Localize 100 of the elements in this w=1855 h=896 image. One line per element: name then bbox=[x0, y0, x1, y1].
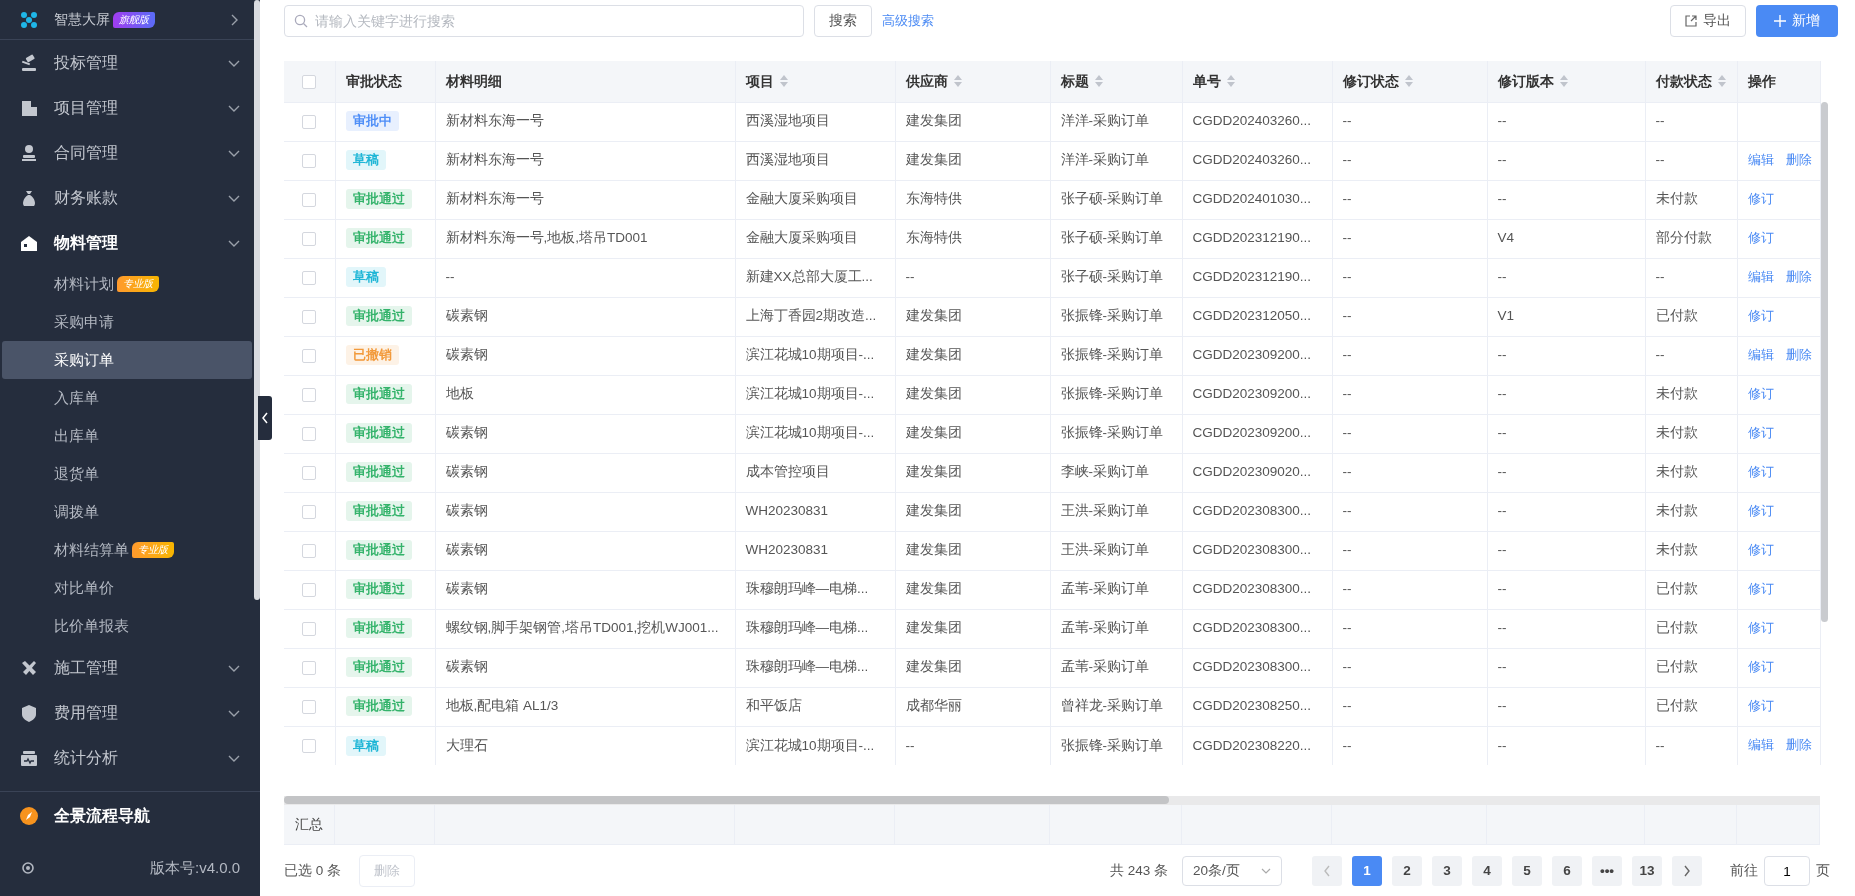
table-cell: 曾祥龙-采购订单 bbox=[1060, 698, 1163, 714]
page-button[interactable]: 3 bbox=[1432, 856, 1462, 886]
column-header[interactable]: 修订版本 bbox=[1497, 72, 1554, 89]
menu-item[interactable]: 退货单 bbox=[2, 455, 252, 493]
action-link[interactable]: 修订 bbox=[1747, 463, 1774, 482]
table-cell: 未付款 bbox=[1655, 425, 1698, 441]
row-checkbox[interactable] bbox=[302, 114, 317, 129]
action-link[interactable]: 编辑 bbox=[1747, 268, 1774, 287]
column-header[interactable]: 标题 bbox=[1060, 72, 1089, 89]
export-button[interactable]: 导出 bbox=[1670, 5, 1746, 37]
table-cell: 张振锋-采购订单 bbox=[1060, 386, 1163, 402]
menu-group[interactable]: 费用管理 bbox=[54, 700, 118, 725]
page-jump-field[interactable]: 1 bbox=[1764, 856, 1810, 886]
row-checkbox[interactable] bbox=[302, 621, 317, 636]
action-link[interactable]: 删除 bbox=[1785, 268, 1812, 287]
row-checkbox[interactable] bbox=[302, 543, 317, 558]
action-link[interactable]: 修订 bbox=[1747, 190, 1774, 209]
action-link[interactable]: 修订 bbox=[1747, 385, 1774, 404]
advanced-search-link[interactable]: 高级搜索 bbox=[882, 11, 934, 31]
row-checkbox[interactable] bbox=[302, 699, 317, 714]
action-link[interactable]: 修订 bbox=[1747, 619, 1774, 638]
action-link[interactable]: 编辑 bbox=[1747, 151, 1774, 170]
page-button[interactable]: 4 bbox=[1472, 856, 1502, 886]
row-checkbox[interactable] bbox=[302, 582, 317, 597]
action-link[interactable]: 修订 bbox=[1747, 229, 1774, 248]
table-cell: -- bbox=[1497, 620, 1507, 636]
menu-item[interactable]: 采购申请 bbox=[2, 303, 252, 341]
menu-item[interactable]: 出库单 bbox=[2, 417, 252, 455]
action-link[interactable]: 修订 bbox=[1747, 580, 1774, 599]
table-cell: -- bbox=[1497, 425, 1507, 441]
menu-item[interactable]: 材料计划 专业版 bbox=[2, 265, 252, 303]
action-link[interactable]: 修订 bbox=[1747, 658, 1774, 677]
menu-item[interactable]: 对比单价 bbox=[2, 569, 252, 607]
menu-item[interactable]: 比价单报表 bbox=[2, 607, 252, 645]
previous-page-button[interactable] bbox=[1312, 856, 1342, 886]
scrollbar[interactable] bbox=[1821, 102, 1828, 622]
page-button[interactable]: ••• bbox=[1592, 856, 1622, 886]
menu-group[interactable]: 施工管理 bbox=[54, 655, 118, 680]
row-checkbox[interactable] bbox=[302, 660, 317, 675]
scrollbar[interactable] bbox=[254, 0, 260, 600]
row-checkbox[interactable] bbox=[302, 465, 317, 480]
menu-item[interactable]: 调拨单 bbox=[2, 493, 252, 531]
search-button[interactable]: 搜索 bbox=[814, 5, 872, 37]
nav-link[interactable]: 全景流程导航 bbox=[54, 804, 150, 828]
collapse-button[interactable] bbox=[258, 396, 272, 440]
status-tag: 已撤销 bbox=[345, 345, 399, 366]
menu-item-label[interactable]: 智慧大屏 bbox=[54, 9, 110, 30]
column-header[interactable]: 单号 bbox=[1192, 72, 1221, 89]
menu-group[interactable]: 合同管理 bbox=[54, 140, 118, 165]
row-checkbox[interactable] bbox=[302, 739, 317, 754]
page-button[interactable]: 6 bbox=[1552, 856, 1582, 886]
search-field[interactable]: 请输入关键字进行搜索 bbox=[284, 5, 804, 37]
menu-item[interactable]: 采购订单 bbox=[2, 341, 252, 379]
settings-icon bbox=[20, 860, 36, 876]
chart-box-icon bbox=[20, 748, 38, 767]
row-checkbox[interactable] bbox=[302, 153, 317, 168]
chevron-left-icon bbox=[261, 412, 269, 424]
menu-group[interactable]: 项目管理 bbox=[54, 95, 118, 120]
column-header[interactable]: 供应商 bbox=[905, 72, 948, 89]
scrollbar[interactable] bbox=[284, 796, 1169, 804]
row-checkbox[interactable] bbox=[302, 270, 317, 285]
table-cell: 部分付款 bbox=[1655, 230, 1712, 246]
menu-item[interactable]: 入库单 bbox=[2, 379, 252, 417]
menu-group[interactable]: 统计分析 bbox=[54, 745, 118, 770]
column-header[interactable]: 修订状态 bbox=[1342, 72, 1399, 89]
column-header[interactable]: 项目 bbox=[745, 72, 774, 89]
table-cell: -- bbox=[1655, 347, 1665, 363]
menu-item-label: 材料结算单 bbox=[54, 539, 129, 560]
action-link[interactable]: 编辑 bbox=[1747, 736, 1774, 756]
action-link[interactable]: 删除 bbox=[1785, 346, 1812, 365]
menu-group[interactable]: 物料管理 bbox=[54, 230, 118, 255]
row-checkbox[interactable] bbox=[302, 231, 317, 246]
action-link[interactable]: 编辑 bbox=[1747, 346, 1774, 365]
next-page-button[interactable] bbox=[1672, 856, 1702, 886]
action-link[interactable]: 修订 bbox=[1747, 424, 1774, 443]
table-cell: -- bbox=[1342, 191, 1352, 207]
table-cell: -- bbox=[1342, 542, 1352, 558]
row-checkbox[interactable] bbox=[302, 192, 317, 207]
action-link[interactable]: 修订 bbox=[1747, 502, 1774, 521]
action-link[interactable]: 修订 bbox=[1747, 307, 1774, 326]
action-link[interactable]: 修订 bbox=[1747, 697, 1774, 716]
page-size-select[interactable]: 20条/页 bbox=[1182, 856, 1282, 886]
menu-group[interactable]: 财务账款 bbox=[54, 185, 118, 210]
menu-group[interactable]: 投标管理 bbox=[54, 50, 118, 75]
action-link[interactable]: 删除 bbox=[1785, 736, 1812, 756]
menu-item-label: 采购申请 bbox=[54, 311, 114, 332]
row-checkbox[interactable] bbox=[302, 387, 317, 402]
menu-item[interactable]: 材料结算单 专业版 bbox=[2, 531, 252, 569]
action-link[interactable]: 删除 bbox=[1785, 151, 1812, 170]
page-button[interactable]: 2 bbox=[1392, 856, 1422, 886]
row-checkbox[interactable] bbox=[302, 504, 317, 519]
page-button[interactable]: 5 bbox=[1512, 856, 1542, 886]
action-link[interactable]: 修订 bbox=[1747, 541, 1774, 560]
row-checkbox[interactable] bbox=[302, 348, 317, 363]
page-button[interactable]: 13 bbox=[1632, 856, 1662, 886]
table-cell: 和平饭店 bbox=[745, 698, 802, 714]
table-cell: 未付款 bbox=[1655, 464, 1698, 480]
select-all-checkbox[interactable] bbox=[302, 75, 317, 90]
row-checkbox[interactable] bbox=[302, 309, 317, 324]
row-checkbox[interactable] bbox=[302, 426, 317, 441]
